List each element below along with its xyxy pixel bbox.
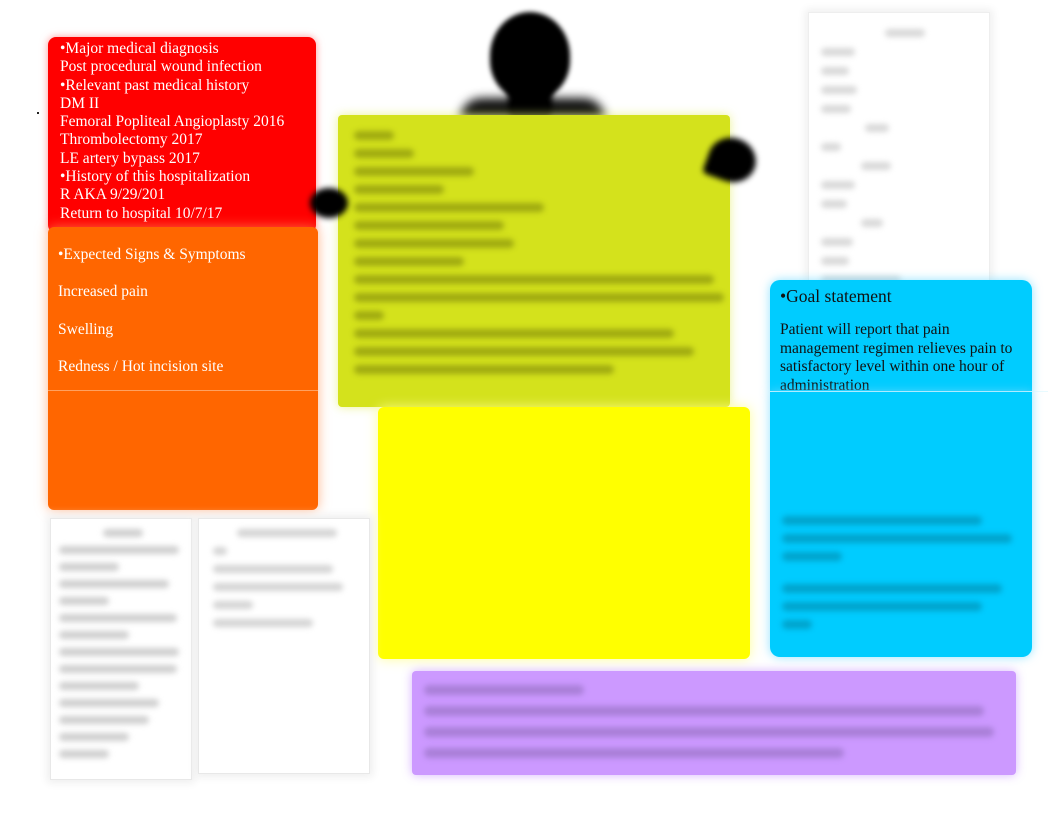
past-history-heading: •Relevant past medical history: [60, 76, 250, 94]
left-hand-icon: [310, 188, 348, 218]
past-history-item: Femoral Popliteal Angioplasty 2016: [60, 113, 285, 131]
hospitalization-item: R AKA 9/29/201: [60, 186, 166, 204]
goal-evaluation-box: [770, 392, 1032, 657]
diagnosis-history-box: •Major medical diagnosis Post procedural…: [48, 37, 316, 233]
past-history-item: LE artery bypass 2017: [60, 149, 200, 167]
sign-item: Swelling: [58, 320, 114, 338]
sign-item: Redness / Hot incision site: [58, 358, 224, 376]
page-seam: [48, 390, 318, 391]
nursing-diagnosis-panel: [198, 518, 370, 774]
goal-heading: •Goal statement: [780, 286, 892, 306]
lab-values-panel: [808, 12, 990, 284]
past-history-item: DM II: [60, 94, 100, 112]
signs-heading: •Expected Signs & Symptoms: [58, 246, 246, 263]
signs-symptoms-box: •Expected Signs & Symptoms Increased pai…: [48, 227, 318, 510]
goal-statement-box: •Goal statement Patient will report that…: [770, 280, 1032, 392]
diagnosis-value: Post procedural wound infection: [60, 58, 262, 76]
medications-panel: [50, 518, 192, 780]
stray-bullet-mark: [37, 112, 39, 114]
goal-text: Patient will report that pain management…: [780, 321, 1013, 392]
interventions-box: [378, 407, 750, 659]
center-sign-box: [338, 115, 730, 407]
hospitalization-item: Return to hospital 10/7/17: [60, 204, 223, 222]
hospitalization-heading: •History of this hospitalization: [60, 168, 251, 186]
person-silhouette-icon: [490, 12, 570, 100]
outcomes-box: [412, 671, 1016, 775]
past-history-item: Thrombolectomy 2017: [60, 131, 203, 149]
sign-item: Increased pain: [58, 283, 148, 301]
diagnosis-heading: •Major medical diagnosis: [60, 40, 219, 57]
